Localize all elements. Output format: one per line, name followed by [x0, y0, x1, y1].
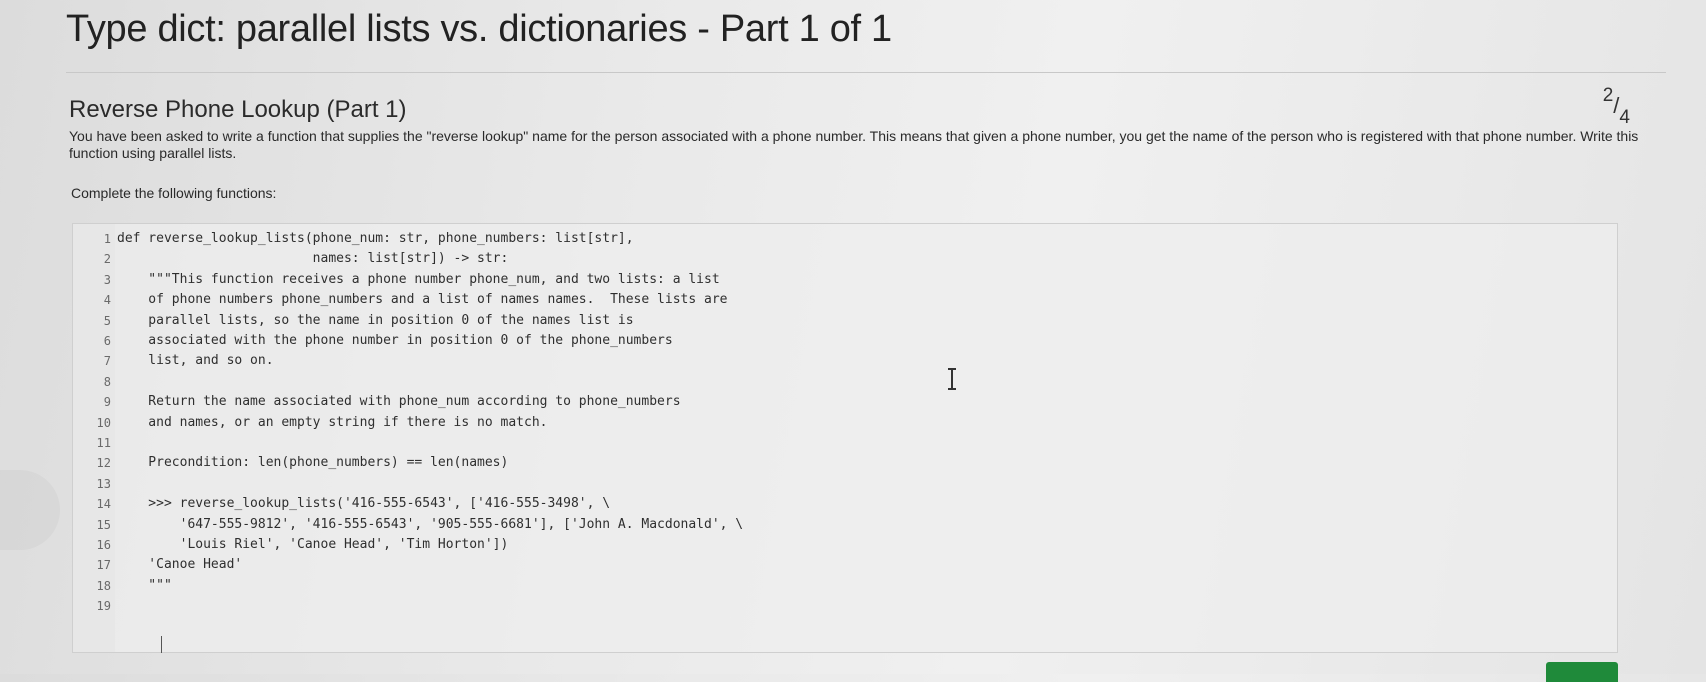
code-line[interactable]: 14 >>> reverse_lookup_lists('416-555-654… — [73, 493, 1617, 515]
code-text[interactable]: 'Canoe Head' — [117, 554, 242, 576]
line-number: 16 — [96, 538, 111, 552]
code-line[interactable]: 6 associated with the phone number in po… — [73, 330, 1617, 352]
code-line[interactable]: 4 of phone numbers phone_numbers and a l… — [73, 289, 1617, 311]
line-number: 17 — [96, 558, 111, 573]
line-number: 12 — [96, 456, 111, 471]
line-number: 6 — [103, 334, 111, 348]
line-number: 14 — [96, 497, 111, 512]
line-number: 10 — [96, 415, 111, 430]
progress-total: 4 — [1619, 106, 1630, 128]
text-caret — [161, 636, 162, 653]
code-text[interactable]: 'Louis Riel', 'Canoe Head', 'Tim Horton'… — [117, 534, 509, 556]
code-editor[interactable]: 1 def reverse_lookup_lists(phone_num: str… — [72, 223, 1618, 653]
question-progress: 2/4 — [1602, 85, 1630, 128]
code-text[interactable]: """ — [117, 575, 172, 597]
code-line[interactable]: 9 Return the name associated with phone_… — [73, 391, 1617, 413]
line-number: 15 — [96, 517, 111, 532]
code-text[interactable]: associated with the phone number in posi… — [117, 330, 672, 352]
code-line[interactable]: 16 'Louis Riel', 'Canoe Head', 'Tim Hort… — [73, 534, 1617, 556]
line-number: 9 — [103, 395, 111, 410]
code-line[interactable]: 8 — [73, 371, 1617, 393]
title-divider — [66, 72, 1666, 73]
code-line[interactable]: 10 and names, or an empty string if ther… — [73, 412, 1617, 434]
submit-button[interactable] — [1546, 662, 1618, 682]
line-number: 2 — [103, 252, 111, 267]
code-line[interactable]: 2 names: list[str]) -> str: — [73, 248, 1617, 270]
code-line[interactable]: 17 'Canoe Head' — [73, 554, 1617, 576]
code-text[interactable]: Return the name associated with phone_nu… — [117, 391, 680, 413]
code-text[interactable]: and names, or an empty string if there i… — [117, 412, 547, 434]
question-description: You have been asked to write a function … — [69, 128, 1639, 161]
progress-current: 2 — [1602, 85, 1614, 106]
line-number: 7 — [103, 354, 111, 369]
line-number: 3 — [103, 272, 111, 287]
code-text[interactable]: """This function receives a phone number… — [117, 269, 719, 291]
line-number: 1 — [103, 232, 111, 246]
code-text[interactable]: names: list[str]) -> str: — [117, 248, 509, 270]
code-text[interactable]: parallel lists, so the name in position … — [117, 310, 633, 332]
page-title: Type dict: parallel lists vs. dictionari… — [66, 8, 892, 50]
line-number: 4 — [103, 293, 111, 308]
line-number: 18 — [96, 578, 111, 593]
code-text[interactable]: of phone numbers phone_numbers and a lis… — [117, 289, 727, 311]
line-number: 13 — [96, 476, 111, 491]
code-line[interactable]: 15 '647-555-9812', '416-555-6543', '905-… — [73, 514, 1617, 536]
code-line[interactable]: 1 def reverse_lookup_lists(phone_num: str… — [73, 228, 1617, 250]
line-number: 11 — [96, 436, 111, 450]
code-text[interactable]: def reverse_lookup_lists(phone_num: str,… — [117, 228, 634, 250]
line-number: 8 — [103, 374, 111, 389]
code-line[interactable]: 18 """ — [73, 575, 1617, 597]
question-instruction: Complete the following functions: — [71, 185, 277, 201]
code-line[interactable]: 19 — [73, 595, 1617, 617]
code-line[interactable]: 3 """This function receives a phone numb… — [73, 269, 1617, 291]
code-text[interactable]: '647-555-9812', '416-555-6543', '905-555… — [117, 514, 744, 536]
text-ibeam-icon — [948, 368, 956, 390]
question-title: Reverse Phone Lookup (Part 1) — [69, 96, 407, 123]
code-line[interactable]: 13 — [73, 473, 1617, 495]
code-text[interactable]: Precondition: len(phone_numbers) == len(… — [117, 452, 508, 474]
code-text[interactable]: list, and so on. — [117, 350, 273, 372]
code-line[interactable]: 5 parallel lists, so the name in positio… — [73, 310, 1617, 332]
code-text[interactable]: >>> reverse_lookup_lists('416-555-6543',… — [117, 493, 610, 515]
code-line[interactable]: 7 list, and so on. — [73, 350, 1617, 372]
line-number: 5 — [103, 313, 111, 328]
background-shadow — [0, 470, 60, 550]
code-line[interactable]: 12 Precondition: len(phone_numbers) == l… — [73, 452, 1617, 474]
code-line[interactable]: 11 — [73, 432, 1617, 454]
line-number: 19 — [96, 599, 111, 614]
